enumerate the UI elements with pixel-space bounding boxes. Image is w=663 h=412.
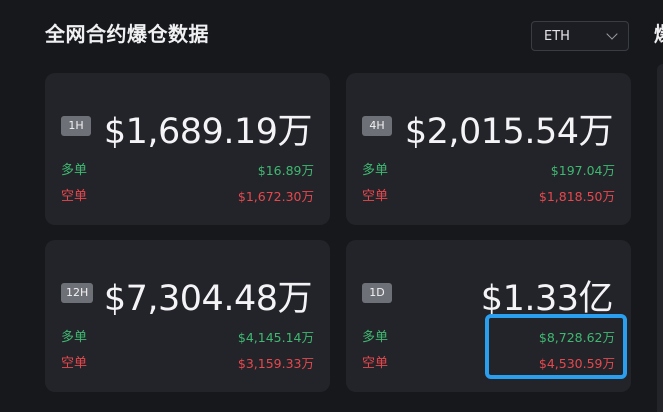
liquidation-card-4h: 4H $2,015.54万 多单 $197.04万 空单 $1,818.50万 bbox=[346, 73, 631, 225]
total-liquidation-amount: $1,689.19万 bbox=[103, 112, 313, 152]
coin-select[interactable]: ETH bbox=[531, 21, 629, 51]
short-label: 空单 bbox=[61, 189, 88, 204]
short-value: $1,818.50万 bbox=[538, 189, 615, 204]
liquidation-card-1h: 1H $1,689.19万 多单 $16.89万 空单 $1,672.30万 bbox=[45, 73, 330, 225]
long-value: $4,145.14万 bbox=[237, 330, 314, 345]
short-label: 空单 bbox=[362, 356, 389, 371]
adjacent-panel-edge bbox=[657, 64, 663, 412]
long-label: 多单 bbox=[61, 163, 88, 178]
long-label: 多单 bbox=[61, 330, 88, 345]
long-label: 多单 bbox=[362, 330, 389, 345]
short-value: $1,672.30万 bbox=[237, 189, 314, 204]
short-label: 空单 bbox=[61, 356, 88, 371]
short-value: $3,159.33万 bbox=[237, 356, 314, 371]
period-badge: 1H bbox=[61, 116, 91, 136]
period-badge: 12H bbox=[61, 283, 94, 303]
chevron-down-icon bbox=[606, 28, 618, 40]
page-title: 全网合约爆仓数据 bbox=[45, 22, 209, 46]
total-liquidation-amount: $2,015.54万 bbox=[404, 112, 614, 152]
short-label: 空单 bbox=[362, 189, 389, 204]
liquidation-card-12h: 12H $7,304.48万 多单 $4,145.14万 空单 $3,159.3… bbox=[45, 240, 330, 392]
period-badge: 1D bbox=[362, 283, 392, 303]
long-value: $16.89万 bbox=[257, 163, 314, 178]
period-badge: 4H bbox=[362, 116, 392, 136]
highlight-box bbox=[485, 314, 627, 379]
coin-select-value: ETH bbox=[544, 28, 570, 44]
total-liquidation-amount: $7,304.48万 bbox=[103, 279, 313, 319]
long-value: $197.04万 bbox=[550, 163, 615, 178]
next-section-title-partial: 爆 bbox=[654, 18, 663, 47]
long-label: 多单 bbox=[362, 163, 389, 178]
